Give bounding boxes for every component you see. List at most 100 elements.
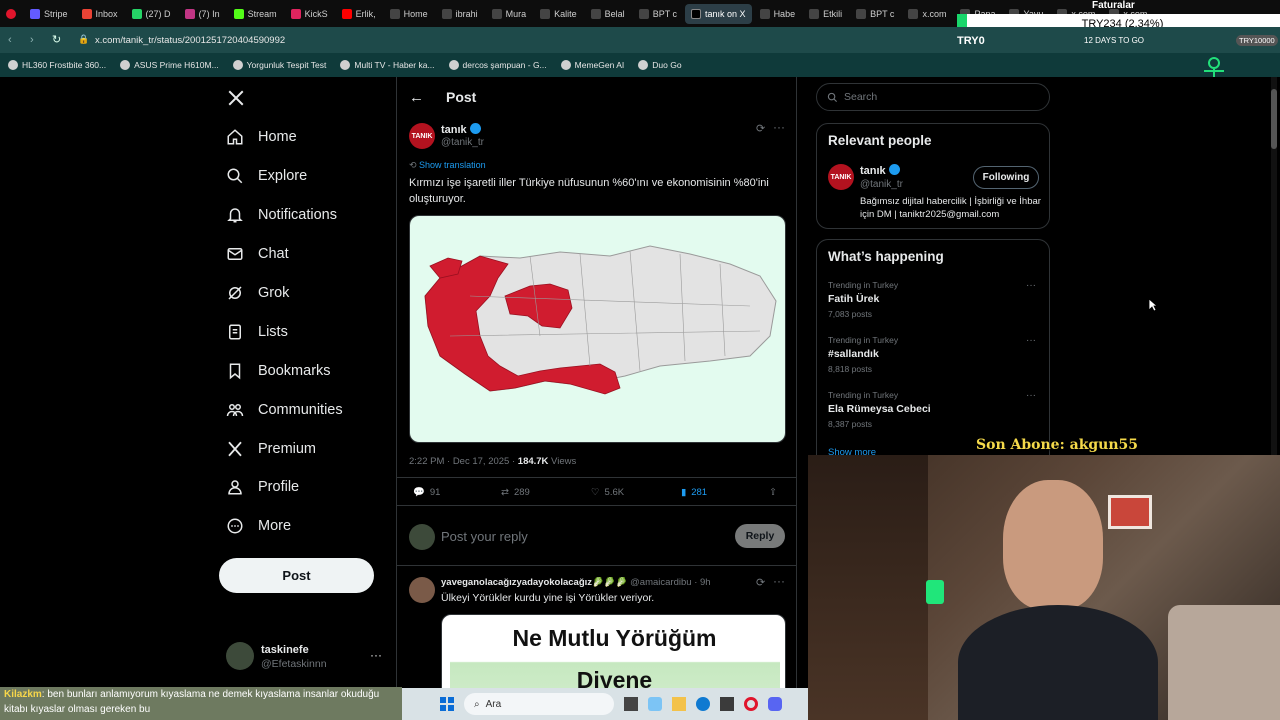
grok-analyze-icon[interactable]: ⟳ bbox=[756, 122, 765, 135]
x-logo-icon[interactable] bbox=[227, 89, 245, 107]
nav-grok[interactable]: Grok bbox=[226, 281, 289, 305]
nav-notifications[interactable]: Notifications bbox=[226, 203, 337, 227]
browser-tab[interactable]: Stripe bbox=[24, 4, 74, 24]
tab-label: ibrahi bbox=[455, 8, 478, 19]
opera-icon[interactable] bbox=[744, 697, 758, 711]
avatar[interactable] bbox=[226, 642, 254, 670]
reply-author-row[interactable]: yaveganolacağızyadayokolacağız🥬🥬🥬 @amaic… bbox=[441, 577, 741, 588]
webcam-person-face bbox=[1003, 480, 1103, 610]
more-dots-icon[interactable]: ··· bbox=[370, 648, 382, 662]
bookmark-item[interactable]: Yorgunluk Tespit Test bbox=[232, 60, 326, 70]
more-dots-icon[interactable]: ··· bbox=[773, 120, 785, 134]
tab-label: Belal bbox=[604, 8, 625, 19]
nav-premium[interactable]: Premium bbox=[226, 437, 316, 461]
reply-input[interactable]: Post your reply bbox=[441, 529, 528, 544]
task-view-icon[interactable] bbox=[624, 697, 638, 711]
opera-menu-icon[interactable] bbox=[0, 4, 22, 24]
nav-home[interactable]: Home bbox=[226, 125, 297, 149]
show-translation-link[interactable]: ⟲ Show translation bbox=[409, 160, 486, 171]
bookmark-label: ASUS Prime H610M... bbox=[134, 60, 219, 70]
bookmark-action[interactable]: ▮ 281 bbox=[681, 487, 707, 498]
trend-item[interactable]: Trending in Turkey Ela Rümeysa Cebeci 8,… bbox=[828, 390, 1038, 429]
whats-happening-card: What’s happening Trending in Turkey Fati… bbox=[816, 239, 1050, 469]
edge-icon[interactable] bbox=[696, 697, 710, 711]
search-input[interactable]: Search bbox=[816, 83, 1050, 111]
browser-tab[interactable]: KickS bbox=[285, 4, 334, 24]
trend-item[interactable]: Trending in Turkey #sallandık 8,818 post… bbox=[828, 335, 1038, 374]
nav-label: More bbox=[258, 518, 292, 534]
browser-tab[interactable]: ibrahi bbox=[436, 4, 484, 24]
reply-time: · 9h bbox=[694, 577, 711, 588]
nav-communities[interactable]: Communities bbox=[226, 398, 343, 422]
store-icon[interactable] bbox=[720, 697, 734, 711]
browser-tab[interactable]: (27) D bbox=[126, 4, 177, 24]
person-name-row[interactable]: tanık bbox=[860, 164, 900, 177]
reply-action[interactable]: 💬 91 bbox=[413, 487, 440, 498]
browser-tab[interactable]: Habe bbox=[754, 4, 802, 24]
trend-posts: 8,818 posts bbox=[828, 364, 872, 374]
browser-tab[interactable]: BPT c bbox=[850, 4, 900, 24]
windows-start-icon[interactable] bbox=[440, 697, 454, 711]
bookmark-item[interactable]: ASUS Prime H610M... bbox=[120, 60, 219, 70]
file-explorer-icon[interactable] bbox=[672, 697, 686, 711]
reload-icon[interactable]: ↻ bbox=[52, 33, 61, 46]
nav-explore[interactable]: Explore bbox=[226, 164, 307, 188]
nav-chat[interactable]: Chat bbox=[226, 242, 289, 266]
nav-label: Bookmarks bbox=[258, 363, 331, 379]
avatar[interactable]: TANIK bbox=[828, 164, 854, 190]
following-button[interactable]: Following bbox=[973, 166, 1039, 189]
taskbar-search-input[interactable]: ⌕ Ara bbox=[464, 693, 614, 715]
bookmark-item[interactable]: HL360 Frostbite 360... bbox=[8, 60, 106, 70]
url-field[interactable]: x.com/tanik_tr/status/200125172040459099… bbox=[95, 35, 285, 46]
back-arrow-icon[interactable]: ← bbox=[409, 89, 424, 106]
reply-button[interactable]: Reply bbox=[735, 524, 785, 548]
share-icon[interactable]: ⇪ bbox=[769, 487, 777, 498]
more-dots-icon[interactable]: ··· bbox=[773, 574, 785, 588]
browser-tab[interactable]: Erlik, bbox=[336, 4, 382, 24]
grok-analyze-icon[interactable]: ⟳ bbox=[756, 576, 765, 589]
browser-tab[interactable]: x.com bbox=[902, 4, 952, 24]
bookmark-icon bbox=[448, 60, 459, 70]
browser-tab[interactable]: Etkili bbox=[803, 4, 848, 24]
browser-tab[interactable]: BPT c bbox=[633, 4, 683, 24]
site-info-icon[interactable]: 🔒 bbox=[78, 34, 89, 45]
nav-profile[interactable]: Profile bbox=[226, 475, 299, 499]
more-dots-icon[interactable]: ··· bbox=[1026, 335, 1036, 346]
forward-icon[interactable]: › bbox=[30, 34, 34, 46]
repost-count: 289 bbox=[513, 487, 530, 498]
browser-tab[interactable]: (7) In bbox=[179, 4, 226, 24]
bookmark-item[interactable]: dercos şampuan - G... bbox=[448, 60, 547, 70]
browser-tab[interactable]: Kalite bbox=[534, 4, 583, 24]
nav-label: Notifications bbox=[258, 207, 337, 223]
trend-context: Trending in Turkey bbox=[828, 280, 899, 290]
nav-lists[interactable]: Lists bbox=[226, 320, 288, 344]
avatar[interactable]: TANIK bbox=[409, 123, 435, 149]
browser-tab[interactable]: Home bbox=[384, 4, 434, 24]
person-name: tanık bbox=[860, 165, 886, 177]
post-image[interactable] bbox=[409, 215, 786, 443]
post-button[interactable]: Post bbox=[219, 558, 374, 593]
like-action[interactable]: ♡ 5.6K bbox=[591, 487, 624, 498]
trend-item[interactable]: Trending in Turkey Fatih Ürek 7,083 post… bbox=[828, 280, 1038, 319]
browser-tab[interactable]: Mura bbox=[486, 4, 533, 24]
more-dots-icon[interactable]: ··· bbox=[1026, 390, 1036, 401]
avatar[interactable] bbox=[409, 577, 435, 603]
browser-tab[interactable]: Inbox bbox=[76, 4, 124, 24]
browser-tab-active[interactable]: tanık on X bbox=[685, 3, 752, 24]
nav-more[interactable]: More bbox=[226, 514, 291, 538]
verified-badge-icon bbox=[888, 164, 900, 175]
browser-tab[interactable]: Stream bbox=[228, 4, 283, 24]
nav-bookmarks[interactable]: Bookmarks bbox=[226, 359, 331, 383]
copilot-icon[interactable] bbox=[648, 697, 662, 711]
more-dots-icon[interactable]: ··· bbox=[1026, 280, 1036, 291]
bookmark-item[interactable]: Multi TV - Haber ka... bbox=[340, 60, 435, 70]
bookmark-item[interactable]: MemeGen AI bbox=[560, 60, 624, 70]
author-name-row[interactable]: tanık bbox=[441, 123, 481, 136]
discord-icon[interactable] bbox=[768, 697, 782, 711]
repost-action[interactable]: ⇄ 289 bbox=[501, 487, 530, 498]
back-icon[interactable]: ‹ bbox=[8, 34, 12, 46]
browser-tab[interactable]: Belal bbox=[585, 4, 631, 24]
scrollbar-thumb[interactable] bbox=[1271, 89, 1277, 149]
bookmark-icon bbox=[229, 363, 241, 380]
bookmark-item[interactable]: Duo Go bbox=[638, 60, 682, 70]
